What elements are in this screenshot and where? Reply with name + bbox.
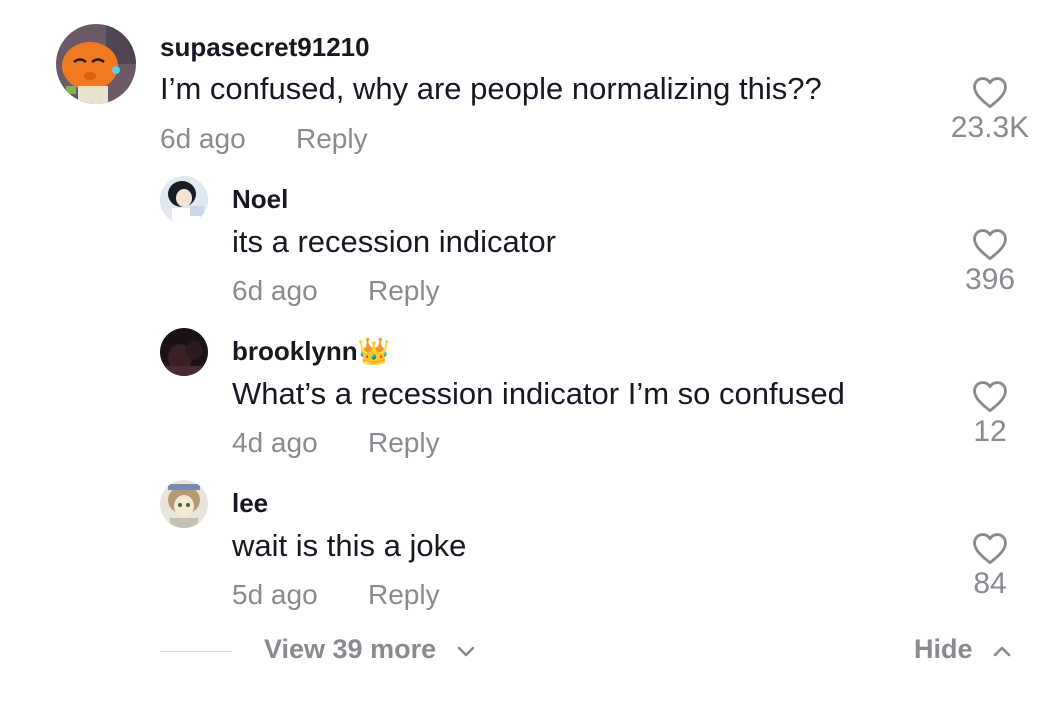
comment-text: What’s a recession indicator I’m so conf… — [232, 376, 845, 411]
reply-button[interactable]: Reply — [368, 579, 440, 611]
avatar[interactable] — [160, 480, 208, 528]
like-count: 84 — [973, 567, 1007, 600]
username[interactable]: lee — [232, 488, 268, 519]
reply-button[interactable]: Reply — [368, 427, 440, 459]
like-count: 12 — [973, 415, 1007, 448]
like-button[interactable]: 84 — [950, 531, 1030, 601]
comment-text: wait is this a joke — [232, 528, 467, 563]
heart-outline-icon — [973, 533, 1007, 565]
comment-text: its a recession indicator — [232, 224, 556, 259]
timestamp: 4d ago — [232, 427, 318, 458]
hide-label: Hide — [914, 634, 973, 664]
like-button[interactable]: 12 — [950, 379, 1030, 449]
heart-outline-icon — [973, 77, 1007, 109]
chevron-up-icon — [993, 646, 1011, 657]
reply-button[interactable]: Reply — [296, 123, 368, 155]
divider — [160, 651, 232, 652]
view-more-label: View 39 more — [264, 634, 437, 664]
heart-outline-icon — [973, 381, 1007, 413]
hide-button[interactable]: Hide — [914, 634, 1012, 665]
avatar[interactable] — [56, 24, 136, 104]
like-button[interactable]: 396 — [950, 227, 1030, 297]
timestamp: 6d ago — [160, 123, 246, 154]
view-more-button[interactable]: View 39 more — [264, 634, 476, 665]
username[interactable]: Noel — [232, 184, 288, 215]
comment-text: I’m confused, why are people normalizing… — [160, 71, 822, 106]
timestamp: 6d ago — [232, 275, 318, 306]
chevron-down-icon — [457, 646, 474, 657]
like-count: 23.3K — [950, 111, 1030, 144]
reply-button[interactable]: Reply — [368, 275, 440, 307]
username[interactable]: brooklynn👑 — [232, 336, 390, 367]
heart-outline-icon — [973, 229, 1007, 261]
like-button[interactable]: 23.3K — [950, 75, 1030, 145]
timestamp: 5d ago — [232, 579, 318, 610]
avatar[interactable] — [160, 328, 208, 376]
like-count: 396 — [964, 263, 1016, 296]
username[interactable]: supasecret91210 — [160, 32, 370, 63]
avatar[interactable] — [160, 176, 208, 224]
